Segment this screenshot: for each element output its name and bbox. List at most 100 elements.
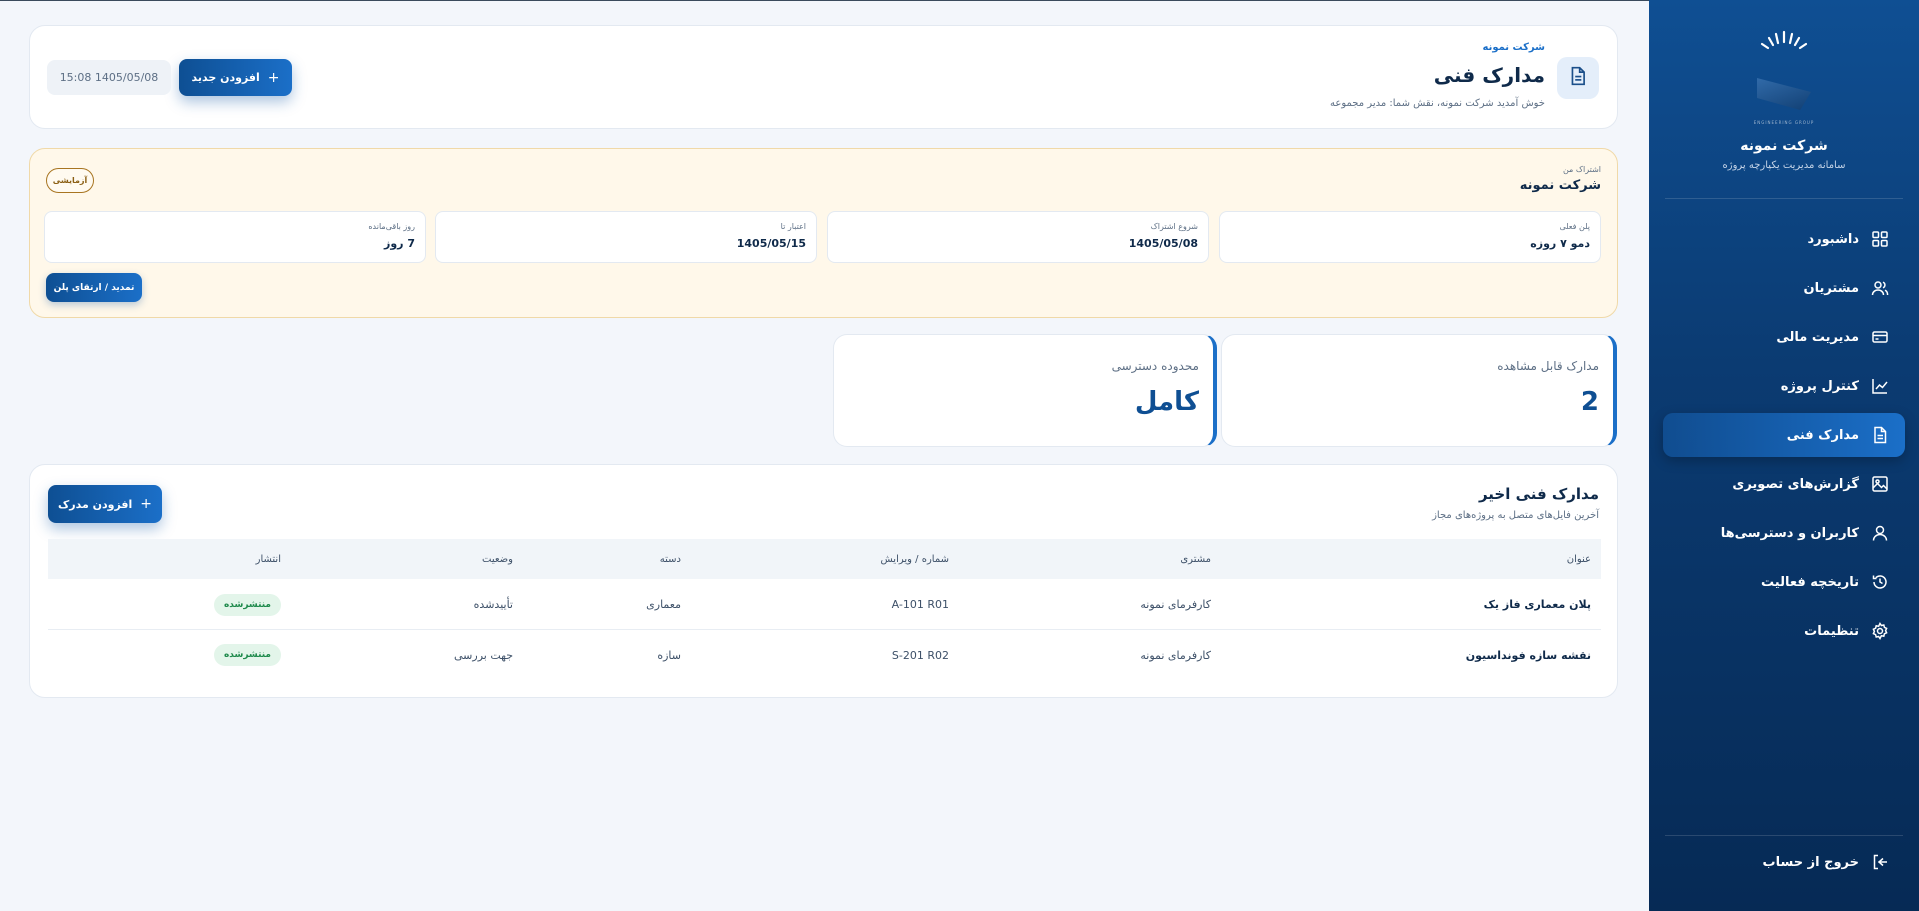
cell-status: تأییدشده: [473, 598, 513, 611]
published-badge: منتشرشده: [213, 644, 281, 666]
sidebar-item-project-control[interactable]: کنترل پروژه: [1663, 364, 1905, 408]
sidebar-item-finance[interactable]: مدیریت مالی: [1663, 315, 1905, 359]
column-header-status[interactable]: وضعیت: [482, 539, 513, 579]
document-icon: [1871, 426, 1889, 444]
logout-button[interactable]: خروج از حساب: [1649, 842, 1919, 882]
plus-icon: +: [140, 496, 153, 512]
add-new-label: افزودن جدید: [191, 71, 260, 84]
subscription-label: اشتراک من: [1562, 165, 1601, 174]
page-header-card: شرکت نمونه مدارک فنی خوش آمدید شرکت نمون…: [29, 25, 1618, 129]
subscription-card: اشتراک من شرکت نمونه آزمایشی پلن فعلی دم…: [29, 148, 1618, 318]
metric-value: کامل: [1134, 387, 1199, 417]
sidebar-brand: ENGINEERING GROUP شرکت نمونه سامانه مدیر…: [1649, 30, 1919, 171]
stat-label: روز باقی‌مانده: [368, 222, 415, 231]
welcome-message: خوش آمدید شرکت نمونه، نقش شما: مدیر مجمو…: [1330, 98, 1545, 109]
cell-category: معماری: [646, 598, 681, 611]
sidebar-item-activity-history[interactable]: تاریخچه فعالیت: [1663, 560, 1905, 604]
stat-start-date: شروع اشتراک 1405/05/08: [827, 211, 1209, 263]
stat-value: 7 روز: [384, 237, 415, 250]
sidebar-item-label: مدارک فنی: [1786, 427, 1859, 443]
history-icon: [1871, 573, 1889, 591]
stat-label: شروع اشتراک: [1150, 222, 1198, 231]
sidebar-item-customers[interactable]: مشتریان: [1663, 266, 1905, 310]
credit-card-icon: [1871, 328, 1889, 346]
column-header-title[interactable]: عنوان: [1567, 539, 1591, 579]
logout-icon: [1871, 853, 1889, 871]
sidebar-system-name: سامانه مدیریت یکپارچه پروژه: [1722, 160, 1846, 171]
metric-access-scope: محدوده دسترسی کامل: [833, 334, 1217, 447]
recent-docs-title: مدارک فنی اخیر: [1478, 485, 1599, 503]
cell-status: جهت بررسی: [454, 648, 513, 662]
sidebar-item-label: تاریخچه فعالیت: [1761, 574, 1859, 590]
company-logo: ENGINEERING GROUP: [1749, 30, 1819, 130]
stat-label: پلن فعلی: [1559, 222, 1590, 231]
gear-icon: [1871, 622, 1889, 640]
logo-mark: [1757, 78, 1811, 110]
plus-icon: +: [267, 69, 280, 86]
sidebar-item-dashboard[interactable]: داشبورد: [1663, 217, 1905, 261]
metric-label: محدوده دسترسی: [1111, 359, 1199, 373]
chart-line-icon: [1871, 377, 1889, 395]
cell-title[interactable]: پلان معماری فاز یک: [1484, 580, 1591, 629]
sidebar-divider: [1665, 198, 1903, 199]
stat-days-remaining: روز باقی‌مانده 7 روز: [44, 211, 426, 263]
add-new-button[interactable]: + افزودن جدید: [179, 59, 292, 96]
column-header-category[interactable]: دسته: [660, 539, 681, 579]
logout-label: خروج از حساب: [1762, 854, 1859, 870]
cell-number: S-201 R02: [891, 648, 949, 662]
top-border: [0, 0, 1919, 1]
cell-client: کارفرمای نمونه: [1140, 598, 1211, 611]
table-row[interactable]: پلان معماری فاز یک کارفرمای نمونه A-101 …: [48, 580, 1601, 630]
renew-plan-button[interactable]: تمدید / ارتقای پلن: [46, 273, 142, 302]
sidebar-item-settings[interactable]: تنظیمات: [1663, 609, 1905, 653]
document-icon: [1568, 66, 1588, 90]
recent-docs-subtitle: آخرین فایل‌های متصل به پروژه‌های مجاز: [1432, 510, 1599, 521]
metric-label: مدارک قابل مشاهده: [1497, 359, 1599, 373]
sidebar-item-label: داشبورد: [1807, 231, 1859, 247]
page-icon-tile: [1557, 57, 1599, 99]
logo-tagline: ENGINEERING GROUP: [1753, 120, 1815, 125]
published-badge: منتشرشده: [213, 593, 281, 616]
trial-badge: آزمایشی: [46, 168, 94, 193]
sidebar-item-label: کاربران و دسترسی‌ها: [1720, 525, 1859, 541]
stat-value: 1405/05/08: [1128, 237, 1198, 250]
stat-value: دمو ۷ روزه: [1530, 237, 1590, 250]
column-header-publish[interactable]: انتشار: [256, 539, 281, 579]
sidebar-company-name: شرکت نمونه: [1740, 138, 1828, 154]
sidebar-bottom-divider: [1665, 835, 1903, 836]
user-icon: [1871, 524, 1889, 542]
stat-current-plan: پلن فعلی دمو ۷ روزه: [1219, 211, 1601, 263]
table-header: عنوان مشتری شماره / ویرایش دسته وضعیت ان…: [48, 539, 1601, 579]
stat-valid-until: اعتبار تا 1405/05/15: [435, 211, 817, 263]
cell-number: A-101 R01: [891, 598, 949, 611]
add-document-button[interactable]: + افزودن مدرک: [48, 485, 162, 523]
column-header-number[interactable]: شماره / ویرایش: [881, 539, 949, 579]
sidebar-item-label: تنظیمات: [1804, 623, 1859, 639]
sidebar-item-label: مشتریان: [1803, 280, 1859, 296]
recent-docs-card: مدارک فنی اخیر آخرین فایل‌های متصل به پر…: [29, 464, 1618, 698]
users-icon: [1871, 279, 1889, 297]
sidebar-item-technical-docs[interactable]: مدارک فنی: [1663, 413, 1905, 457]
cell-publish: منتشرشده: [213, 630, 281, 680]
sidebar-item-users-access[interactable]: کاربران و دسترسی‌ها: [1663, 511, 1905, 555]
sidebar-item-photo-reports[interactable]: گزارش‌های تصویری: [1663, 462, 1905, 506]
sidebar-item-label: گزارش‌های تصویری: [1732, 476, 1859, 492]
table-row[interactable]: نقشه سازه فونداسیون کارفرمای نمونه S-201…: [48, 630, 1601, 680]
column-header-client[interactable]: مشتری: [1180, 539, 1211, 579]
logo-rays-icon: [1760, 30, 1808, 50]
metric-visible-docs: مدارک قابل مشاهده 2: [1221, 334, 1617, 447]
add-document-label: افزودن مدرک: [58, 497, 133, 511]
stat-value: 1405/05/15: [736, 237, 806, 250]
sidebar-item-label: کنترل پروژه: [1780, 378, 1859, 394]
cell-client: کارفرمای نمونه: [1140, 648, 1211, 662]
cell-title[interactable]: نقشه سازه فونداسیون: [1466, 630, 1591, 680]
sidebar: ENGINEERING GROUP شرکت نمونه سامانه مدیر…: [1649, 0, 1919, 911]
page-title: مدارک فنی: [1433, 63, 1545, 87]
current-datetime: 15:08 1405/05/08: [47, 60, 171, 95]
cell-publish: منتشرشده: [213, 580, 281, 629]
sidebar-nav: داشبورد مشتریان مدیریت مالی کنترل پروژه …: [1649, 217, 1919, 658]
cell-category: سازه: [657, 648, 681, 662]
grid-icon: [1871, 230, 1889, 248]
sidebar-item-label: مدیریت مالی: [1776, 329, 1859, 345]
metric-value: 2: [1580, 387, 1599, 417]
